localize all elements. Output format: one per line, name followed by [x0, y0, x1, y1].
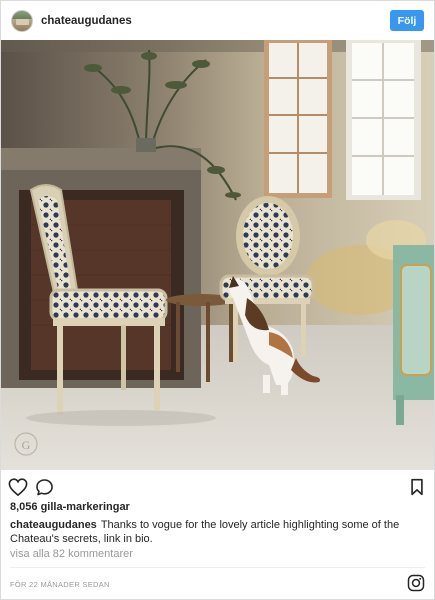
likes-count[interactable]: 8,056 gilla-markeringar [10, 501, 130, 513]
post-photo[interactable]: G [1, 40, 434, 470]
post-header: chateaugudanes Följ [1, 1, 434, 40]
divider [10, 567, 425, 568]
instagram-icon[interactable] [407, 574, 425, 592]
watermark-logo: G [22, 438, 31, 452]
heart-icon[interactable] [8, 477, 28, 497]
comment-icon[interactable] [34, 477, 54, 497]
post-card: chateaugudanes Följ G 8,056 gilla-marker… [0, 0, 435, 600]
follow-button[interactable]: Följ [390, 10, 424, 31]
post-username[interactable]: chateaugudanes [41, 15, 132, 27]
view-all-comments-link[interactable]: visa alla 82 kommentarer [10, 548, 133, 560]
photo-illustration: G [1, 40, 434, 470]
caption-username[interactable]: chateaugudanes [10, 519, 97, 531]
post-timestamp[interactable]: FÖR 22 MÅNADER SEDAN [10, 580, 110, 589]
post-actions [1, 471, 434, 501]
bookmark-icon[interactable] [407, 477, 427, 497]
avatar[interactable] [11, 9, 33, 32]
caption: chateaugudanes Thanks to vogue for the lo… [10, 518, 420, 546]
